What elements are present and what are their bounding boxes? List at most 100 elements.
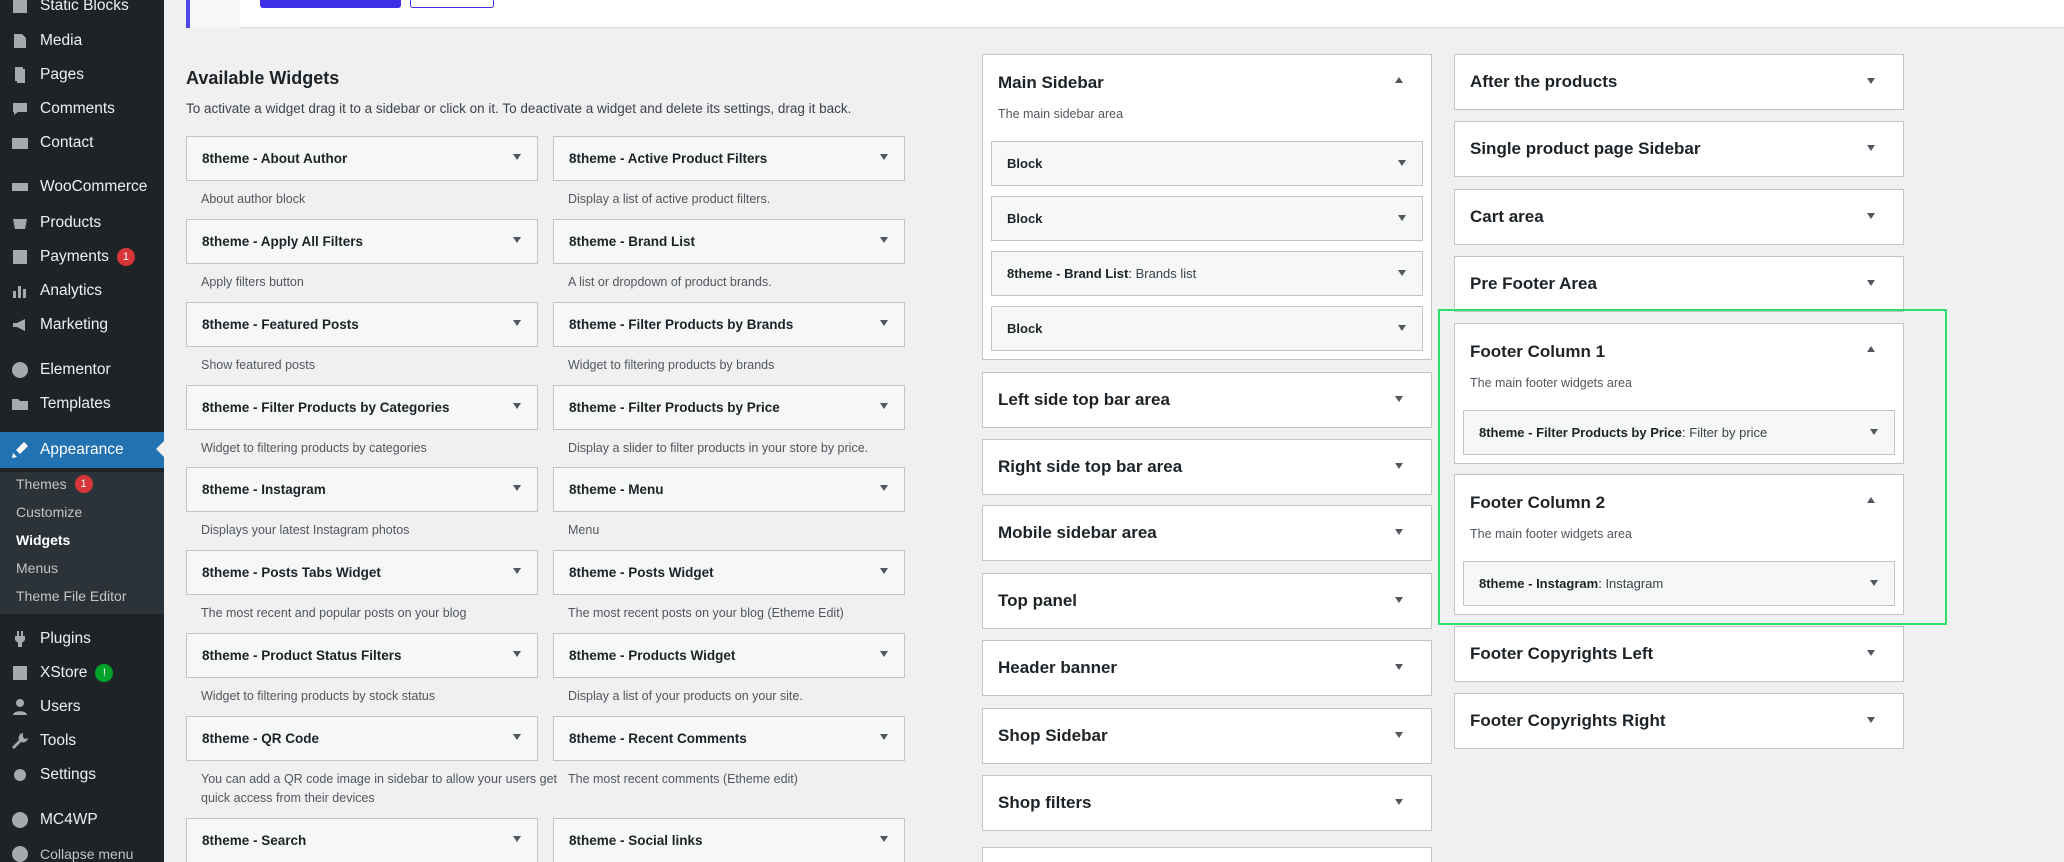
submenu-menus[interactable]: Menus	[16, 556, 58, 580]
sidebar-widget[interactable]: 8theme - Instagram: Instagram	[1463, 561, 1895, 606]
sidebar-title[interactable]: Cart area	[1470, 207, 1544, 227]
available-widget[interactable]: 8theme - About Author	[186, 136, 538, 181]
expand-arrow-icon[interactable]	[1867, 145, 1875, 151]
menu-marketing[interactable]: Marketing	[0, 308, 164, 342]
available-widget[interactable]: 8theme - Active Product Filters	[553, 136, 905, 181]
expand-arrow-icon[interactable]	[1395, 732, 1403, 738]
menu-tools[interactable]: Tools	[0, 724, 164, 758]
expand-arrow-icon[interactable]	[513, 485, 521, 491]
expand-arrow-icon[interactable]	[513, 237, 521, 243]
expand-arrow-icon[interactable]	[880, 485, 888, 491]
sidebar-panel[interactable]: Cart area	[1454, 189, 1904, 245]
expand-arrow-icon[interactable]	[880, 154, 888, 160]
expand-arrow-icon[interactable]	[513, 320, 521, 326]
expand-arrow-icon[interactable]	[880, 651, 888, 657]
sidebar-panel[interactable]: After the products	[1454, 54, 1904, 110]
sidebar-title[interactable]: Mobile sidebar area	[998, 523, 1157, 543]
expand-arrow-icon[interactable]	[1867, 213, 1875, 219]
expand-arrow-icon[interactable]	[1867, 717, 1875, 723]
expand-arrow-icon[interactable]	[880, 320, 888, 326]
expand-arrow-icon[interactable]	[1398, 270, 1406, 276]
submenu-theme-file-editor[interactable]: Theme File Editor	[16, 584, 126, 608]
expand-arrow-icon[interactable]	[513, 734, 521, 740]
available-widget[interactable]: 8theme - Products Widget	[553, 633, 905, 678]
expand-arrow-icon[interactable]	[1395, 529, 1403, 535]
menu-plugins[interactable]: Plugins	[0, 622, 164, 656]
sidebar-title[interactable]: Shop Sidebar	[998, 726, 1108, 746]
expand-arrow-icon[interactable]	[1867, 650, 1875, 656]
available-widget[interactable]: 8theme - Instagram	[186, 467, 538, 512]
available-widget[interactable]: 8theme - Menu	[553, 467, 905, 512]
menu-media[interactable]: Media	[0, 24, 164, 58]
expand-arrow-icon[interactable]	[880, 403, 888, 409]
sidebar-title[interactable]: Left side top bar area	[998, 390, 1170, 410]
primary-button[interactable]	[260, 0, 401, 8]
expand-arrow-icon[interactable]	[513, 651, 521, 657]
expand-arrow-icon[interactable]	[1870, 429, 1878, 435]
sidebar-widget[interactable]: 8theme - Filter Products by Price: Filte…	[1463, 410, 1895, 455]
sidebar-widget[interactable]: 8theme - Brand List: Brands list	[991, 251, 1423, 296]
menu-static-blocks[interactable]: Static Blocks	[0, 0, 164, 23]
menu-users[interactable]: Users	[0, 690, 164, 724]
expand-arrow-icon[interactable]	[513, 403, 521, 409]
sidebar-panel[interactable]: Pre Footer Area	[1454, 256, 1904, 312]
submenu-customize[interactable]: Customize	[16, 500, 82, 524]
sidebar-title[interactable]: After the products	[1470, 72, 1617, 92]
expand-arrow-icon[interactable]	[513, 568, 521, 574]
footer-column-1-title[interactable]: Footer Column 1	[1470, 342, 1605, 362]
sidebar-panel[interactable]: Footer Copyrights Left	[1454, 626, 1904, 682]
available-widget[interactable]: 8theme - Filter Products by Brands	[553, 302, 905, 347]
menu-elementor[interactable]: Elementor	[0, 353, 164, 387]
expand-arrow-icon[interactable]	[1395, 463, 1403, 469]
sidebar-panel[interactable]: Footer Copyrights Right	[1454, 693, 1904, 749]
available-widget[interactable]: 8theme - Search	[186, 818, 538, 862]
sidebar-title[interactable]: Footer Copyrights Left	[1470, 644, 1653, 664]
sidebar-panel[interactable]: Single product page Sidebar	[1454, 121, 1904, 177]
sidebar-title[interactable]: Top panel	[998, 591, 1077, 611]
sidebar-panel[interactable]: Left side top bar area	[982, 372, 1432, 428]
available-widget[interactable]: 8theme - Social links	[553, 818, 905, 862]
main-sidebar-title[interactable]: Main Sidebar	[998, 73, 1104, 93]
expand-arrow-icon[interactable]	[513, 836, 521, 842]
available-widget[interactable]: 8theme - Posts Tabs Widget	[186, 550, 538, 595]
sidebar-widget[interactable]: Block	[991, 141, 1423, 186]
menu-appearance[interactable]: Appearance	[0, 432, 164, 468]
sidebar-widget[interactable]: Block	[991, 306, 1423, 351]
available-widget[interactable]: 8theme - Filter Products by Categories	[186, 385, 538, 430]
menu-products[interactable]: Products	[0, 206, 164, 240]
sidebar-panel[interactable]: Top panel	[982, 573, 1432, 629]
menu-templates[interactable]: Templates	[0, 387, 164, 421]
expand-arrow-icon[interactable]	[1398, 215, 1406, 221]
expand-arrow-icon[interactable]	[880, 734, 888, 740]
menu-comments[interactable]: Comments	[0, 92, 164, 126]
sidebar-panel[interactable]: Shop Sidebar	[982, 708, 1432, 764]
collapse-arrow-icon[interactable]	[1867, 346, 1875, 352]
available-widget[interactable]: 8theme - Apply All Filters	[186, 219, 538, 264]
sidebar-title[interactable]: Header banner	[998, 658, 1117, 678]
expand-arrow-icon[interactable]	[880, 237, 888, 243]
submenu-themes[interactable]: Themes 1	[16, 472, 93, 496]
menu-settings[interactable]: Settings	[0, 758, 164, 792]
sidebar-title[interactable]: Shop filters	[998, 793, 1092, 813]
footer-column-2-title[interactable]: Footer Column 2	[1470, 493, 1605, 513]
expand-arrow-icon[interactable]	[1395, 799, 1403, 805]
secondary-button[interactable]	[410, 0, 494, 8]
expand-arrow-icon[interactable]	[1395, 396, 1403, 402]
expand-arrow-icon[interactable]	[1867, 78, 1875, 84]
expand-arrow-icon[interactable]	[1870, 580, 1878, 586]
submenu-widgets[interactable]: Widgets	[16, 528, 70, 552]
menu-analytics[interactable]: Analytics	[0, 274, 164, 308]
expand-arrow-icon[interactable]	[1867, 280, 1875, 286]
available-widget[interactable]: 8theme - Recent Comments	[553, 716, 905, 761]
expand-arrow-icon[interactable]	[880, 836, 888, 842]
available-widget[interactable]: 8theme - Posts Widget	[553, 550, 905, 595]
sidebar-panel[interactable]: Mobile sidebar area	[982, 505, 1432, 561]
available-widget[interactable]: 8theme - QR Code	[186, 716, 538, 761]
sidebar-panel[interactable]: Header banner	[982, 640, 1432, 696]
sidebar-panel[interactable]: Shop filters	[982, 775, 1432, 831]
expand-arrow-icon[interactable]	[880, 568, 888, 574]
sidebar-title[interactable]: Single product page Sidebar	[1470, 139, 1700, 159]
available-widget[interactable]: 8theme - Filter Products by Price	[553, 385, 905, 430]
sidebar-title[interactable]: Footer Copyrights Right	[1470, 711, 1665, 731]
sidebar-widget[interactable]: Block	[991, 196, 1423, 241]
